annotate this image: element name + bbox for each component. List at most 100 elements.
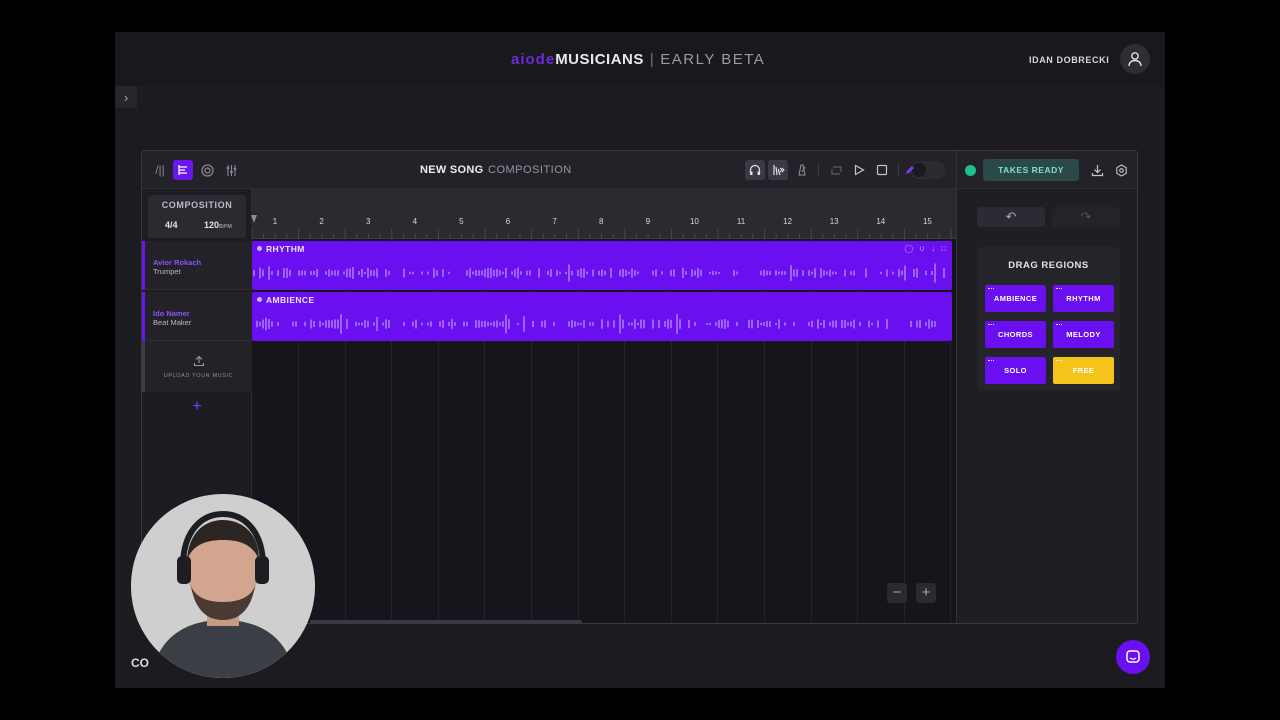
sidebar-toggle-button[interactable]: ›	[115, 86, 137, 108]
bar-number: 11	[736, 217, 746, 226]
zoom-in-button[interactable]: +	[916, 583, 936, 603]
clip-waveform-icon[interactable]: ∪	[919, 244, 925, 253]
undo-icon: ↶	[1005, 209, 1017, 224]
brand-musicians: MUSICIANS	[555, 51, 644, 68]
bar-number: 12	[783, 217, 793, 226]
settings-icon[interactable]	[1111, 160, 1131, 180]
region-ambience[interactable]: AMBIENCE	[985, 285, 1046, 312]
horizontal-scrollbar[interactable]	[310, 620, 582, 623]
chat-support-button[interactable]	[1116, 640, 1150, 674]
edit-mode-toggle[interactable]	[906, 161, 946, 179]
status-dot	[965, 165, 976, 176]
takes-header: TAKES READY	[956, 151, 1137, 189]
bpm-unit: BPM	[219, 224, 233, 230]
upload-icon	[193, 355, 204, 366]
minus-icon: −	[892, 584, 902, 601]
clip-color-dot	[257, 297, 262, 302]
user-name[interactable]: IDAN DOBRECKI	[1029, 55, 1109, 65]
song-mode: COMPOSITION	[488, 164, 572, 176]
redo-button[interactable]: ↷	[1052, 207, 1120, 227]
toolbar: /|| NEW SONG COMPOSITION	[142, 151, 956, 189]
plus-icon: +	[921, 584, 931, 601]
pen-icon	[906, 166, 914, 174]
download-icon[interactable]	[1087, 160, 1107, 180]
bar-number: 10	[689, 217, 699, 226]
clip-settings-icon[interactable]: ◯	[904, 244, 913, 253]
right-panel: ↶ ↷ DRAG REGIONS AMBIENCE RHYTHM CHORDS …	[956, 189, 1137, 623]
bar-number: 14	[876, 217, 886, 226]
clip-waveform	[256, 314, 936, 334]
brand-early-beta: EARLY BETA	[660, 51, 766, 68]
top-header: aiodeMUSICIANS | EARLY BETA IDAN DOBRECKI	[115, 32, 1165, 86]
region-solo[interactable]: SOLO	[985, 357, 1046, 384]
clip-delete-icon[interactable]: □	[941, 244, 946, 253]
playhead-marker-icon[interactable]	[251, 215, 257, 223]
brand-aiode: aiode	[511, 51, 556, 68]
user-icon	[1128, 52, 1142, 67]
clip-title: RHYTHM	[266, 244, 305, 254]
webcam-overlay	[131, 494, 315, 678]
clip-ambience[interactable]: AMBIENCE	[252, 292, 952, 341]
timeline[interactable]: 1 2 3 4 5 6 7 8 9 10 11 12 13 14 15 RHYTHM ◯ ∪ ↓ □ AMB…	[251, 189, 956, 623]
ruler-ticks	[252, 229, 952, 239]
add-track-button[interactable]: +	[189, 399, 205, 415]
stop-icon[interactable]	[872, 160, 892, 180]
tempo[interactable]: 120BPM	[204, 220, 232, 230]
bar-number: 9	[645, 217, 651, 226]
composition-label: COMPOSITION	[161, 200, 233, 210]
bar-number: 15	[922, 217, 932, 226]
track-header-2[interactable]: Ido Namer Beat Maker	[142, 292, 252, 341]
record-view-icon[interactable]	[197, 160, 217, 180]
zoom-out-button[interactable]: −	[887, 583, 907, 603]
bpm-value: 120	[204, 220, 220, 230]
brand-separator: |	[649, 51, 655, 68]
chat-icon	[1126, 650, 1140, 663]
bar-number: 1	[272, 217, 278, 226]
track-musician-name: Ido Namer	[153, 309, 190, 318]
takes-ready-button[interactable]: TAKES READY	[983, 159, 1079, 181]
user-avatar[interactable]	[1120, 44, 1150, 74]
track-header-1[interactable]: Avior Rokach Trumpet	[142, 241, 252, 290]
clip-rhythm[interactable]: RHYTHM ◯ ∪ ↓ □	[252, 241, 952, 290]
play-icon[interactable]	[849, 160, 869, 180]
region-chords[interactable]: CHORDS	[985, 321, 1046, 348]
upload-music-button[interactable]: UPLOAD YOUR MUSIC	[142, 341, 252, 392]
bar-ruler[interactable]: 1 2 3 4 5 6 7 8 9 10 11 12 13 14 15	[251, 189, 956, 239]
clip-title: AMBIENCE	[266, 295, 315, 305]
bar-number: 2	[319, 217, 324, 226]
bar-number: 13	[829, 217, 839, 226]
undo-button[interactable]: ↶	[977, 207, 1045, 227]
tracks-view-icon[interactable]: /||	[150, 160, 170, 180]
drag-regions-card: DRAG REGIONS AMBIENCE RHYTHM CHORDS MELO…	[977, 247, 1120, 391]
region-melody[interactable]: MELODY	[1053, 321, 1114, 348]
bar-number: 6	[505, 217, 511, 226]
tuner-icon[interactable]	[792, 160, 812, 180]
composition-view-icon[interactable]	[173, 160, 193, 180]
brand-logo: aiodeMUSICIANS | EARLY BETA	[511, 51, 765, 68]
regions-title: DRAG REGIONS	[1008, 260, 1089, 271]
bar-number: 4	[412, 217, 418, 226]
closed-captions-button[interactable]: CO	[131, 656, 149, 670]
toolbar-divider	[818, 163, 819, 177]
clip-color-dot	[257, 246, 262, 251]
region-rhythm[interactable]: RHYTHM	[1053, 285, 1114, 312]
metronome-icon[interactable]	[768, 160, 788, 180]
chevron-right-icon: ›	[123, 89, 129, 105]
loop-icon[interactable]	[826, 160, 846, 180]
time-signature[interactable]: 4/4	[165, 220, 178, 230]
track-instrument: Beat Maker	[153, 318, 192, 327]
song-title[interactable]: NEW SONG	[420, 164, 484, 176]
mixer-view-icon[interactable]	[221, 160, 241, 180]
redo-icon: ↷	[1080, 209, 1092, 224]
upload-label: UPLOAD YOUR MUSIC	[163, 372, 234, 379]
bar-number: 5	[459, 217, 464, 226]
clip-download-icon[interactable]: ↓	[931, 244, 935, 253]
headphones-icon[interactable]	[745, 160, 765, 180]
region-free[interactable]: FREE	[1053, 357, 1114, 384]
presenter-video	[131, 494, 315, 678]
bar-number: 8	[598, 217, 604, 226]
track-musician-name: Avior Rokach	[153, 258, 202, 267]
clip-waveform	[253, 263, 945, 283]
plus-icon: +	[192, 398, 202, 415]
composition-settings[interactable]: COMPOSITION 4/4 120BPM	[148, 195, 246, 238]
